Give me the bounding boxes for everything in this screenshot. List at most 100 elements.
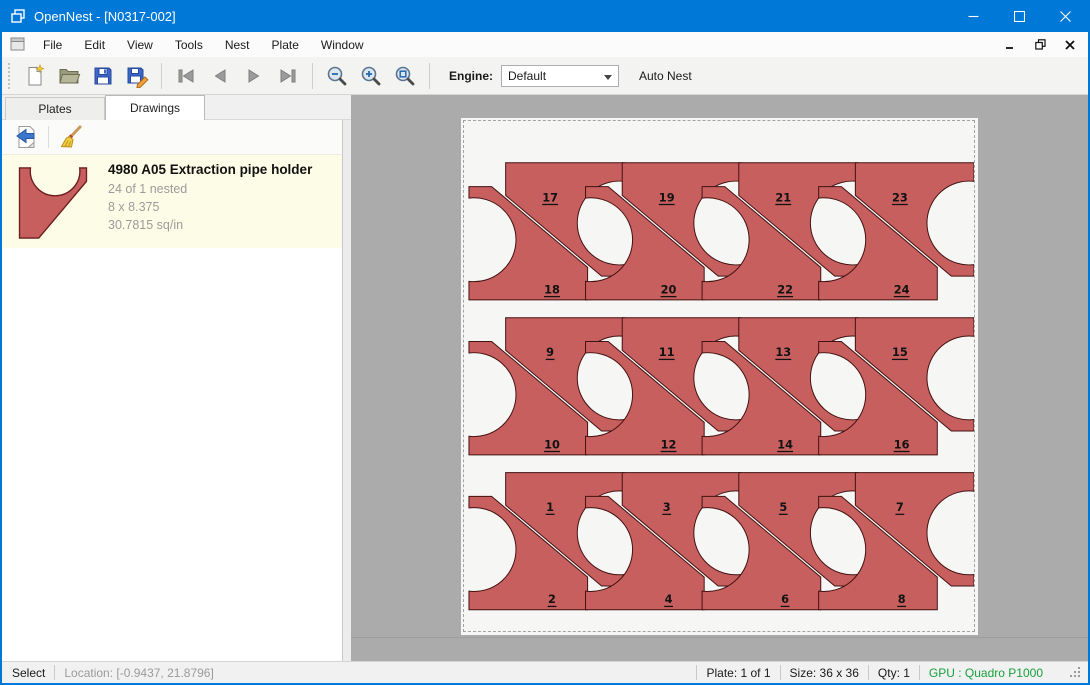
nest-pair: 12 — [469, 473, 624, 610]
part-label: 12 — [661, 437, 677, 451]
drawings-panel: 4980 A05 Extraction pipe holder 24 of 1 … — [2, 120, 343, 661]
part-label-underline — [775, 359, 791, 360]
save-as-icon — [125, 64, 149, 88]
resize-grip[interactable] — [1069, 666, 1082, 679]
menu-plate[interactable]: Plate — [261, 34, 310, 56]
child-minimize-icon — [1005, 40, 1015, 50]
child-close-icon — [1065, 40, 1075, 50]
status-location: Location: [-0.9437, 21.8796] — [64, 666, 213, 680]
toolbar-grip[interactable] — [8, 63, 14, 89]
part-label-underline — [661, 451, 677, 452]
status-separator — [868, 665, 869, 680]
go-previous-button[interactable] — [205, 61, 235, 91]
new-file-button[interactable] — [20, 61, 50, 91]
maximize-button[interactable] — [996, 0, 1042, 32]
toolbar: Engine: Default Auto Nest — [2, 57, 1088, 95]
zoom-out-button[interactable] — [322, 61, 352, 91]
go-next-button[interactable] — [239, 61, 269, 91]
part-label-underline — [548, 606, 557, 607]
document-icon — [10, 37, 26, 52]
menu-nest[interactable]: Nest — [214, 34, 261, 56]
part-label: 5 — [779, 500, 787, 514]
nest-pair: 1516 — [819, 318, 974, 455]
menu-edit[interactable]: Edit — [73, 34, 116, 56]
nest-pair: 34 — [586, 473, 741, 610]
drawing-title: 4980 A05 Extraction pipe holder — [108, 162, 336, 177]
part-label: 16 — [894, 437, 910, 451]
part-label: 22 — [777, 282, 793, 296]
toolbar-separator — [429, 63, 430, 89]
part-label-underline — [897, 606, 906, 607]
engine-value: Default — [508, 69, 546, 83]
drawing-dimensions: 8 x 8.375 — [108, 198, 336, 216]
open-file-button[interactable] — [54, 61, 84, 91]
go-last-button[interactable] — [273, 61, 303, 91]
menu-file[interactable]: File — [32, 34, 73, 56]
tab-plates[interactable]: Plates — [5, 97, 105, 120]
go-first-button[interactable] — [171, 61, 201, 91]
zoom-in-button[interactable] — [356, 61, 386, 91]
panel-toolbar — [2, 120, 342, 154]
part-label-underline — [546, 359, 555, 360]
part-label: 15 — [892, 345, 908, 359]
drawing-area: 30.7815 sq/in — [108, 216, 336, 234]
part-label-underline — [777, 451, 793, 452]
part-label-underline — [775, 204, 791, 205]
part-label: 14 — [777, 437, 793, 451]
part-label: 4 — [665, 592, 673, 606]
menu-window[interactable]: Window — [310, 34, 375, 56]
zoom-fit-button[interactable] — [390, 61, 420, 91]
part-label-underline — [779, 514, 788, 515]
part-label: 11 — [659, 345, 675, 359]
part-label-underline — [544, 451, 560, 452]
part-label-underline — [659, 204, 675, 205]
close-button[interactable] — [1042, 0, 1088, 32]
part-label: 7 — [896, 500, 904, 514]
part-thumbnail — [16, 162, 98, 241]
resize-grip-icon — [1069, 666, 1082, 679]
tab-drawings[interactable]: Drawings — [105, 95, 205, 120]
save-button[interactable] — [88, 61, 118, 91]
status-separator — [54, 665, 55, 680]
nest-pair: 1920 — [586, 163, 741, 300]
child-minimize-button[interactable] — [1002, 37, 1018, 53]
zoom-fit-icon — [393, 64, 417, 88]
part-label-underline — [542, 204, 558, 205]
auto-nest-button[interactable]: Auto Nest — [633, 65, 698, 87]
clean-button[interactable] — [57, 123, 85, 151]
toolbar-separator — [161, 63, 162, 89]
part-label-underline — [894, 451, 910, 452]
nest-pair: 56 — [702, 473, 857, 610]
save-as-button[interactable] — [122, 61, 152, 91]
menu-view[interactable]: View — [116, 34, 164, 56]
part-label: 24 — [894, 282, 910, 296]
menu-tools[interactable]: Tools — [164, 34, 214, 56]
drawing-nested-count: 24 of 1 nested — [108, 180, 336, 198]
status-separator — [780, 665, 781, 680]
drawing-list-item[interactable]: 4980 A05 Extraction pipe holder 24 of 1 … — [2, 154, 342, 248]
nest-plate-svg[interactable]: 171819202122232491011121314151612345678 — [463, 120, 975, 632]
panel-toolbar-separator — [48, 126, 49, 148]
nest-canvas[interactable]: 171819202122232491011121314151612345678 — [351, 95, 1088, 661]
part-label: 23 — [892, 190, 908, 204]
part-label: 9 — [546, 345, 554, 359]
child-restore-button[interactable] — [1032, 37, 1048, 53]
status-separator — [696, 665, 697, 680]
nest-pair: 23 24 — [819, 163, 974, 300]
part-label: 17 — [542, 190, 558, 204]
tabstrip: Plates Drawings — [2, 95, 351, 120]
part-label-underline — [661, 296, 677, 297]
nest-pair: 910 — [469, 318, 624, 455]
import-drawing-button[interactable] — [12, 123, 40, 151]
titlebar[interactable]: OpenNest - [N0317-002] — [2, 0, 1088, 32]
engine-select[interactable]: Default — [501, 65, 619, 87]
minimize-button[interactable] — [950, 0, 996, 32]
nest-pair: 1718 — [469, 163, 624, 300]
part-label-underline — [662, 514, 671, 515]
child-close-button[interactable] — [1062, 37, 1078, 53]
open-folder-icon — [57, 64, 81, 88]
minimize-icon — [968, 11, 979, 22]
status-mode: Select — [12, 666, 45, 680]
part-label-underline — [892, 204, 908, 205]
menubar: File Edit View Tools Nest Plate Window — [2, 32, 1088, 57]
